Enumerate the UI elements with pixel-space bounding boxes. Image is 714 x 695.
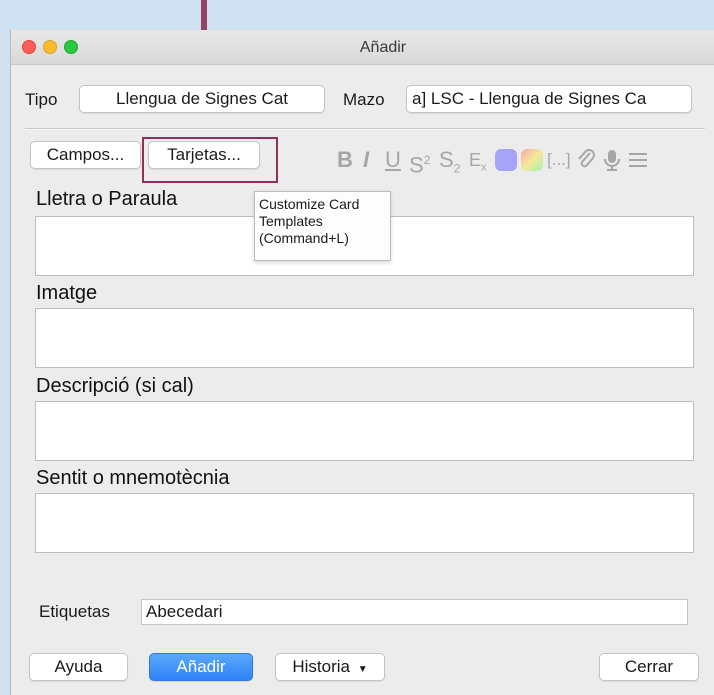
record-audio-icon[interactable]	[601, 148, 623, 172]
tooltip-line: Templates	[259, 213, 323, 229]
text-color-icon[interactable]	[495, 149, 517, 171]
note-type-button[interactable]: Llengua de Signes Cat	[79, 85, 325, 113]
history-button[interactable]: Historia ▼	[275, 653, 385, 681]
field-label-imatge: Imatge	[36, 282, 98, 304]
tooltip-line: Customize Card	[259, 196, 360, 212]
field-editor-descripcio[interactable]	[35, 401, 694, 461]
subscript-icon[interactable]: S2	[439, 147, 460, 175]
close-button[interactable]: Cerrar	[599, 653, 699, 681]
fields-button[interactable]: Campos...	[30, 141, 141, 169]
add-note-window: Añadir Tipo Llengua de Signes Cat Mazo a…	[10, 30, 714, 695]
cards-button-highlight	[142, 137, 278, 183]
tags-input[interactable]: Abecedari	[141, 599, 688, 625]
title-bar: Añadir	[11, 30, 714, 65]
cards-button-tooltip: Customize Card Templates (Command+L)	[254, 191, 391, 261]
field-label-lletra: Lletra o Paraula	[36, 188, 178, 210]
history-button-label: Historia	[292, 657, 350, 676]
add-button[interactable]: Añadir	[149, 653, 253, 681]
help-button[interactable]: Ayuda	[29, 653, 128, 681]
window-title: Añadir	[359, 39, 407, 56]
chevron-down-icon: ▼	[357, 664, 368, 675]
bold-icon[interactable]: B	[337, 147, 353, 173]
superscript-icon[interactable]: S2	[409, 147, 430, 177]
tags-label: Etiquetas	[39, 602, 110, 621]
cloze-icon[interactable]: [...]	[547, 147, 571, 173]
highlight-color-icon[interactable]	[521, 149, 543, 171]
underline-icon[interactable]: U	[385, 147, 401, 173]
field-label-sentit: Sentit o mnemotècnia	[36, 467, 230, 489]
deck-button[interactable]: a] LSC - Llengua de Signes Ca	[406, 85, 692, 113]
field-editor-imatge[interactable]	[35, 308, 694, 368]
note-type-label: Tipo	[25, 90, 58, 109]
field-label-descripcio: Descripció (si cal)	[36, 375, 194, 397]
clear-format-icon[interactable]: Ex	[469, 147, 487, 174]
more-icon[interactable]	[627, 150, 649, 170]
tooltip-line: (Command+L)	[259, 230, 349, 246]
attach-icon[interactable]	[575, 148, 597, 172]
divider	[25, 128, 705, 130]
deck-label: Mazo	[343, 90, 385, 109]
field-editor-sentit[interactable]	[35, 493, 694, 553]
italic-icon[interactable]: I	[363, 147, 369, 173]
